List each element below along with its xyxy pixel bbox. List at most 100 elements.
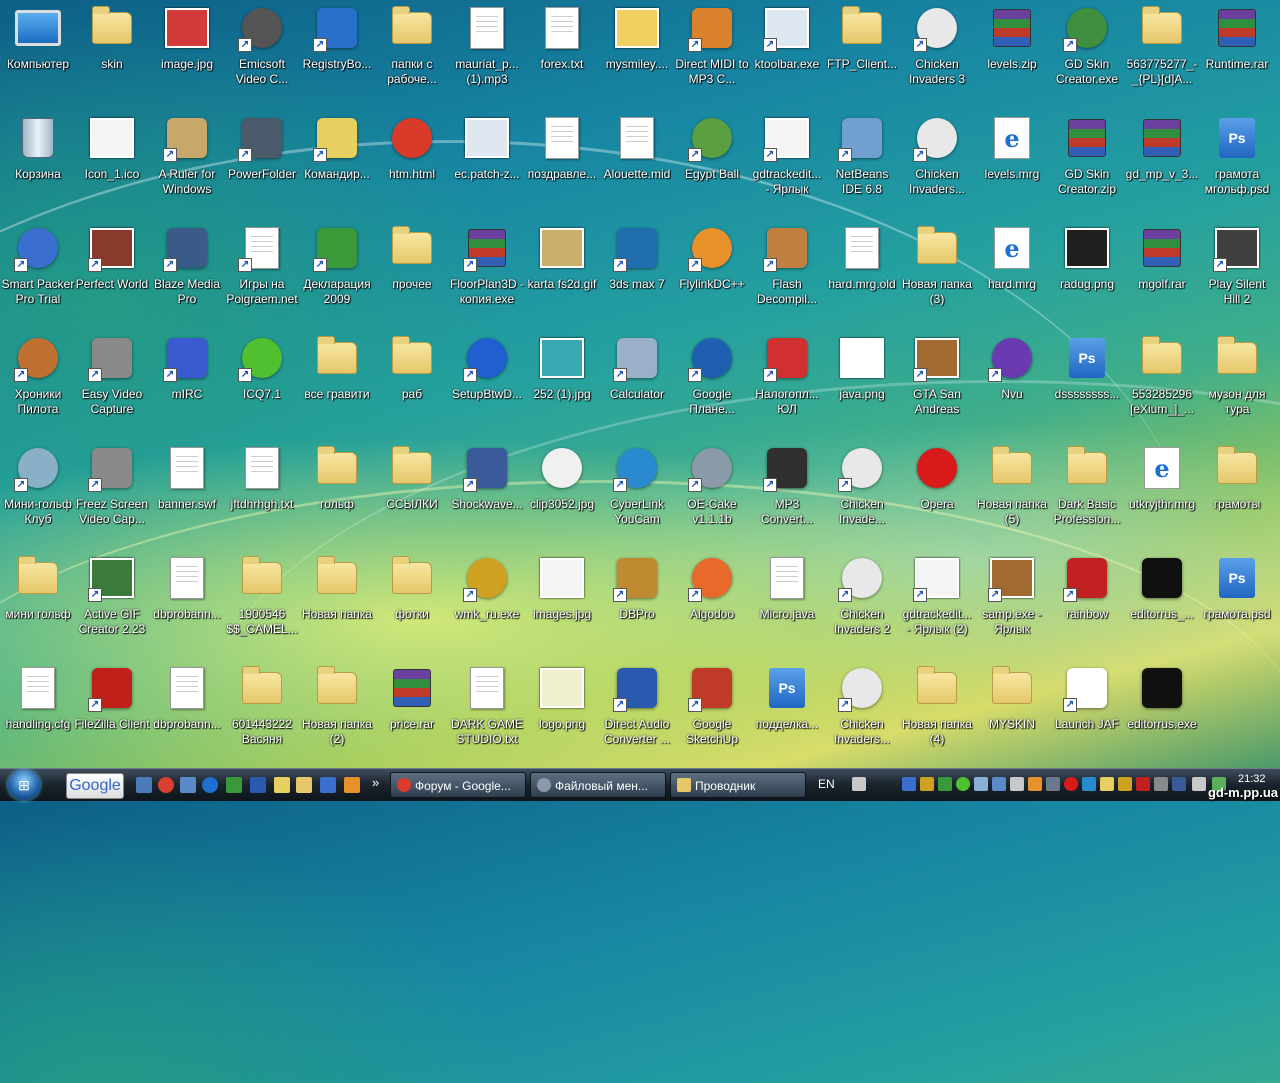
desktop-icon[interactable]: e hard.mrg [974,222,1050,330]
tray-app-icon[interactable] [1154,777,1168,791]
desktop-icon[interactable]: Icon_1.ico [74,112,150,220]
desktop-icon[interactable]: ↗ Egypt Ball [674,112,750,220]
desktop-icon[interactable]: ↗ Active GIF Creator 2.23 [74,552,150,660]
desktop-icon[interactable]: Micro.java [749,552,825,660]
desktop-icon[interactable]: karta fs2d.gif [524,222,600,330]
desktop-icon[interactable]: 553285296 [eXium_]_... [1124,332,1200,440]
desktop-icon[interactable]: поздравле... [524,112,600,220]
desktop-icon[interactable]: radug.png [1049,222,1125,330]
desktop-icon[interactable]: ↗ PowerFolder [224,112,300,220]
tray-app-icon[interactable] [1082,777,1096,791]
quicklaunch-app-icon[interactable] [274,777,290,793]
desktop-icon[interactable]: forex.txt [524,2,600,110]
desktop-icon[interactable]: ec.patch-z... [449,112,525,220]
desktop-icon[interactable]: DARK GAME STUDIO.txt [449,662,525,770]
desktop-icon[interactable]: ↗ GD Skin Creator.exe [1049,2,1125,110]
desktop-icon[interactable]: ↗ Smart Packer Pro Trial [0,222,76,330]
desktop-icon[interactable]: раб [374,332,450,440]
desktop-icon[interactable]: ↗ Perfect World [74,222,150,330]
quicklaunch-media-icon[interactable] [344,777,360,793]
taskbar-button-explorer[interactable]: Проводник [670,772,806,798]
desktop-icon[interactable]: ↗ DBPro [599,552,675,660]
desktop-icon[interactable]: clip3052.jpg [524,442,600,550]
desktop-icon[interactable]: mysmiley.... [599,2,675,110]
desktop-icon[interactable]: Ps грамота.psd [1199,552,1275,660]
tray-volume-icon[interactable] [1192,777,1206,791]
desktop-icon[interactable]: ↗ mIRC [149,332,225,440]
desktop-icon[interactable]: ↗ Chicken Invaders... [824,662,900,770]
desktop-icon[interactable]: java.png [824,332,900,440]
desktop-icon[interactable]: ↗ FlylinkDC++ [674,222,750,330]
tray-pen-icon[interactable] [852,777,866,791]
desktop-icon[interactable]: ↗ Algodoo [674,552,750,660]
desktop-icon[interactable]: ↗ Chicken Invaders... [899,112,975,220]
desktop-icon[interactable]: handling.cfg [0,662,76,770]
desktop-icon[interactable]: фотки [374,552,450,660]
desktop-icon[interactable]: ↗ gdtrackedit... - Ярлык [749,112,825,220]
desktop-icon[interactable]: ↗ Emicsoft Video C... [224,2,300,110]
desktop-icon[interactable]: Компьютер [0,2,76,110]
tray-network-icon[interactable] [974,777,988,791]
desktop-icon[interactable]: 252 (1).jpg [524,332,600,440]
desktop-icon[interactable]: Новая папка (3) [899,222,975,330]
desktop-icon[interactable]: mgolf.rar [1124,222,1200,330]
desktop-icon[interactable]: музон для тура [1199,332,1275,440]
desktop-icon[interactable]: папки с рабоче... [374,2,450,110]
desktop-icon[interactable]: ↗ Flash Decompil... [749,222,825,330]
desktop-icon[interactable]: ССЫЛКИ [374,442,450,550]
desktop-icon[interactable]: ↗ Direct Audio Converter ... [599,662,675,770]
desktop-icon[interactable]: logo.png [524,662,600,770]
desktop-icon[interactable]: ↗ FloorPlan3D - копия.exe [449,222,525,330]
tray-app-icon[interactable] [920,777,934,791]
desktop-icon[interactable]: ↗ gdtrackedit... - Ярлык (2) [899,552,975,660]
desktop-icon[interactable]: Новая папка (2) [299,662,375,770]
desktop-icon[interactable]: Новая папка (5) [974,442,1050,550]
desktop-icon[interactable]: levels.zip [974,2,1050,110]
desktop-icon[interactable]: Runtime.rar [1199,2,1275,110]
desktop-icon[interactable]: ↗ Launch JAF [1049,662,1125,770]
desktop-icon[interactable]: editorrus_... [1124,552,1200,660]
start-button[interactable]: ⊞ [8,770,40,800]
desktop-icon[interactable]: jftdhrhgh.txt [224,442,300,550]
quicklaunch-app-icon[interactable] [158,777,174,793]
desktop-icon[interactable]: Ps dssssssss... [1049,332,1125,440]
desktop-icon[interactable]: ↗ Налогопл... ЮЛ [749,332,825,440]
desktop-icon[interactable]: ↗ Play Silent Hill 2 [1199,222,1275,330]
desktop-icon[interactable]: Корзина [0,112,76,220]
desktop-icon[interactable]: Ps подделка... [749,662,825,770]
desktop-icon[interactable]: ↗ samp.exe - Ярлык [974,552,1050,660]
tray-language-icon[interactable] [1046,777,1060,791]
desktop-icon[interactable]: Ps грамота мгольф.psd [1199,112,1275,220]
desktop-icon[interactable]: 563775277_-_{PL}[d]A... [1124,2,1200,110]
desktop-icon[interactable]: ↗ Chicken Invade... [824,442,900,550]
desktop-icon[interactable]: ↗ A Ruler for Windows [149,112,225,220]
desktop-icon[interactable]: ↗ wmk_ru.exe [449,552,525,660]
quicklaunch-show-desktop-icon[interactable] [136,777,152,793]
desktop-icon[interactable]: Новая папка (4) [899,662,975,770]
desktop-icon[interactable]: 601443222 Васяня [224,662,300,770]
desktop-icon[interactable]: ↗ Мини-гольф Клуб [0,442,76,550]
desktop-icon[interactable]: ↗ FileZilla Client [74,662,150,770]
desktop-icon[interactable]: ↗ ICQ7.1 [224,332,300,440]
desktop-icon[interactable]: ↗ Хроники Пилота [0,332,76,440]
desktop-icon[interactable]: все гравити [299,332,375,440]
desktop-icon[interactable]: ↗ 3ds max 7 [599,222,675,330]
desktop-icon[interactable]: грамоты [1199,442,1275,550]
quicklaunch-ie-icon[interactable] [202,777,218,793]
desktop-icon[interactable]: skin [74,2,150,110]
desktop-icon[interactable]: ↗ Calculator [599,332,675,440]
quicklaunch-overflow-chevron-icon[interactable]: » [372,775,379,790]
desktop-icon[interactable]: ↗ ktoolbar.exe [749,2,825,110]
tray-app-icon[interactable] [902,777,916,791]
desktop-icon[interactable]: ↗ Командир... [299,112,375,220]
desktop-icon[interactable]: ↗ CyberLink YouCam [599,442,675,550]
language-indicator[interactable]: EN [818,777,835,791]
tray-app-icon[interactable] [1136,777,1150,791]
desktop-icon[interactable]: ↗ Direct MIDI to MP3 C... [674,2,750,110]
tray-icq-icon[interactable] [956,777,970,791]
desktop-icon[interactable]: editorrus.exe [1124,662,1200,770]
desktop-icon[interactable]: ↗ Google SketchUp [674,662,750,770]
tray-app-icon[interactable] [1172,777,1186,791]
desktop-icon[interactable]: mauriat_p...(1).mp3 [449,2,525,110]
desktop-icon[interactable]: ↗ Chicken Invaders 2 [824,552,900,660]
